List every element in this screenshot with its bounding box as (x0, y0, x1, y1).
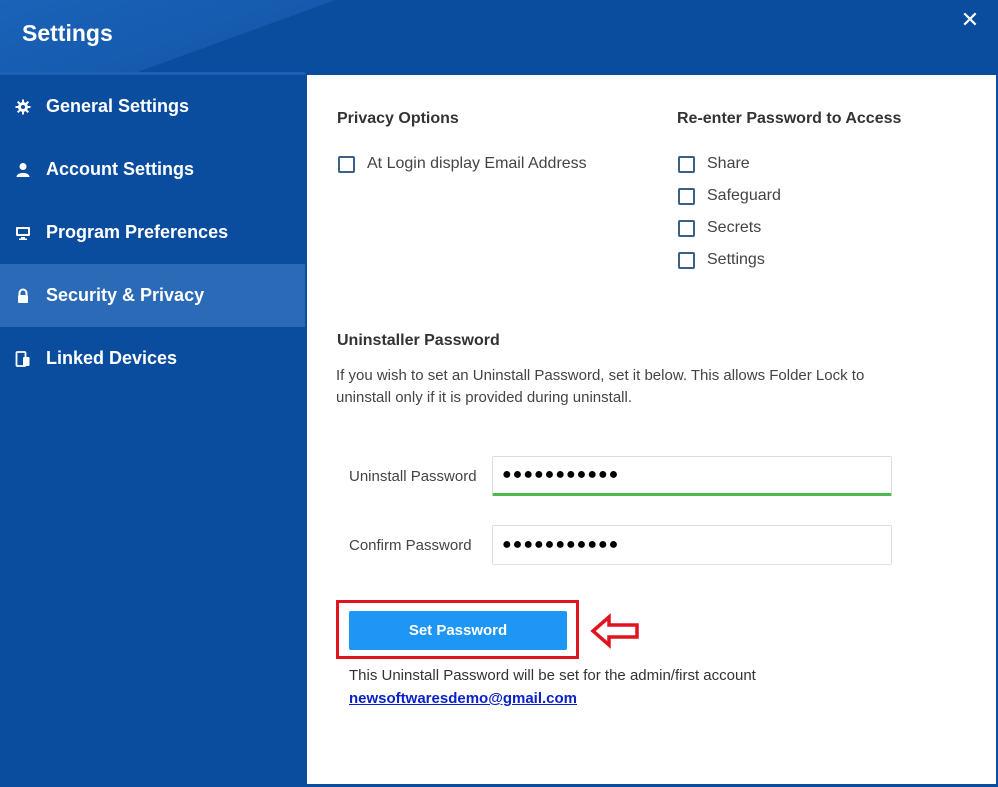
sidebar-item-label: Account Settings (46, 159, 195, 179)
checkbox-label: Share (707, 155, 750, 172)
sidebar-item-label: General Settings (46, 96, 190, 116)
sidebar-item-security-privacy[interactable]: Security & Privacy (0, 264, 305, 327)
sidebar: General Settings Account Settings Progra… (0, 72, 305, 787)
monitor-icon (14, 224, 32, 242)
user-icon (14, 161, 32, 179)
uninstaller-description: If you wish to set an Uninstall Password… (336, 367, 865, 406)
sidebar-item-label: Program Preferences (46, 222, 229, 242)
checkbox-login-display-email[interactable]: At Login display Email Address (338, 155, 587, 173)
account-email-link[interactable]: newsoftwaresdemo@gmail.com (349, 690, 577, 707)
checkbox-label: At Login display Email Address (367, 155, 587, 172)
uninstall-password-input[interactable]: ●●●●●●●●●●● (492, 456, 892, 496)
checkbox-label: Settings (707, 251, 765, 268)
confirm-password-input[interactable]: ●●●●●●●●●●● (492, 525, 892, 565)
checkbox-label: Secrets (707, 219, 762, 236)
settings-panel: Privacy Options At Login display Email A… (307, 75, 996, 784)
sidebar-item-linked-devices[interactable]: Linked Devices (0, 327, 305, 390)
devices-icon (14, 350, 32, 368)
checkbox[interactable] (338, 155, 355, 173)
checkbox-label: Safeguard (707, 187, 781, 204)
sidebar-item-label: Security & Privacy (46, 285, 205, 305)
lock-icon (14, 287, 32, 305)
reenter-password-heading: Re-enter Password to Access (677, 110, 902, 127)
checkbox-safeguard[interactable]: Safeguard (678, 187, 781, 205)
uninstall-password-label: Uninstall Password (349, 468, 477, 485)
checkbox-settings[interactable]: Settings (678, 251, 765, 269)
sidebar-item-program-preferences[interactable]: Program Preferences (0, 201, 305, 264)
confirm-password-label: Confirm Password (349, 537, 472, 554)
close-icon[interactable]: ✕ (958, 8, 982, 32)
title-bar: Settings ✕ (0, 0, 998, 72)
uninstall-note: This Uninstall Password will be set for … (349, 667, 756, 684)
checkbox[interactable] (678, 251, 695, 269)
gear-icon (14, 98, 32, 116)
sidebar-item-account-settings[interactable]: Account Settings (0, 138, 305, 201)
set-password-button[interactable]: Set Password (349, 611, 567, 650)
uninstaller-password-heading: Uninstaller Password (337, 332, 500, 349)
checkbox[interactable] (678, 155, 695, 173)
checkbox-share[interactable]: Share (678, 155, 750, 173)
privacy-options-heading: Privacy Options (337, 110, 459, 127)
checkbox-secrets[interactable]: Secrets (678, 219, 761, 237)
sidebar-item-general-settings[interactable]: General Settings (0, 75, 305, 138)
sidebar-item-label: Linked Devices (46, 348, 178, 368)
window-title: Settings (22, 20, 113, 46)
checkbox[interactable] (678, 219, 695, 237)
checkbox[interactable] (678, 187, 695, 205)
left-arrow-icon (590, 613, 639, 649)
